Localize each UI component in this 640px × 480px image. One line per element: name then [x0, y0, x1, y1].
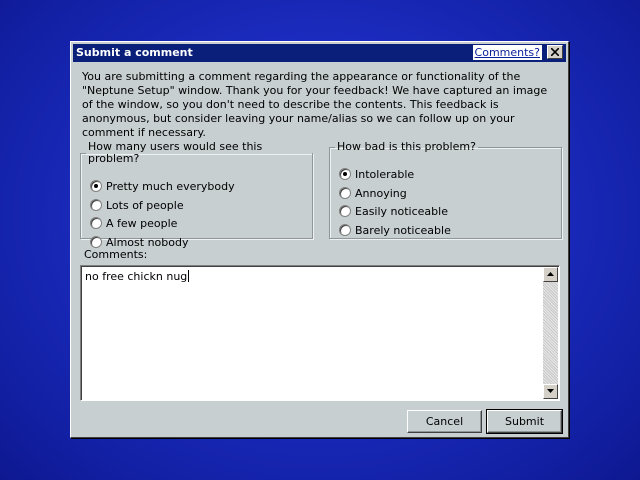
- radio-barely-noticeable[interactable]: Barely noticeable: [339, 222, 451, 238]
- scroll-up-arrow-icon: [547, 272, 554, 276]
- dialog-title: Submit a comment: [76, 46, 193, 59]
- radio-a-few-people[interactable]: A few people: [90, 215, 177, 231]
- comments-scrollbar[interactable]: [543, 267, 558, 399]
- radio-button[interactable]: [90, 217, 102, 229]
- users-affected-legend: How many users would see this problem?: [88, 140, 263, 165]
- radio-easily-noticeable[interactable]: Easily noticeable: [339, 203, 448, 219]
- radio-label: Pretty much everybody: [106, 179, 235, 193]
- severity-group: How bad is this problem? Intolerable Ann…: [329, 141, 562, 239]
- radio-button[interactable]: [339, 187, 351, 199]
- radio-label: Almost nobody: [106, 235, 189, 249]
- severity-legend: How bad is this problem?: [337, 140, 476, 153]
- comments-label: Comments:: [84, 248, 148, 261]
- radio-pretty-much-everybody[interactable]: Pretty much everybody: [90, 178, 235, 194]
- radio-lots-of-people[interactable]: Lots of people: [90, 197, 184, 213]
- comments-help-link[interactable]: Comments?: [472, 45, 542, 60]
- radio-label: Lots of people: [106, 198, 184, 212]
- radio-label: Intolerable: [355, 167, 415, 181]
- comments-text[interactable]: no free chickn nug: [85, 270, 190, 283]
- submit-button[interactable]: Submit: [486, 409, 563, 434]
- scroll-down-arrow-icon: [547, 389, 554, 393]
- radio-button[interactable]: [339, 205, 351, 217]
- intro-text: You are submitting a comment regarding t…: [82, 70, 548, 139]
- radio-button[interactable]: [90, 236, 102, 248]
- cancel-button[interactable]: Cancel: [407, 410, 482, 433]
- radio-label: Easily noticeable: [355, 204, 448, 218]
- text-caret: [188, 270, 190, 282]
- scroll-down-button[interactable]: [543, 384, 558, 399]
- comments-textarea[interactable]: no free chickn nug: [80, 265, 560, 401]
- radio-button[interactable]: [90, 180, 102, 192]
- radio-button[interactable]: [90, 199, 102, 211]
- radio-label: A few people: [106, 216, 178, 230]
- close-button[interactable]: [547, 45, 563, 59]
- title-bar: Submit a comment Comments?: [73, 44, 566, 62]
- radio-button[interactable]: [339, 224, 351, 236]
- radio-label: Barely noticeable: [355, 223, 451, 237]
- close-icon: [551, 48, 559, 56]
- radio-label: Annoying: [355, 186, 407, 200]
- users-affected-group: How many users would see this problem? P…: [80, 140, 313, 249]
- scroll-up-button[interactable]: [543, 267, 558, 282]
- radio-button[interactable]: [339, 168, 351, 180]
- radio-intolerable[interactable]: Intolerable: [339, 166, 414, 182]
- comments-value: no free chickn nug: [85, 270, 188, 283]
- submit-comment-dialog: Submit a comment Comments? You are submi…: [70, 41, 569, 438]
- radio-annoying[interactable]: Annoying: [339, 185, 407, 201]
